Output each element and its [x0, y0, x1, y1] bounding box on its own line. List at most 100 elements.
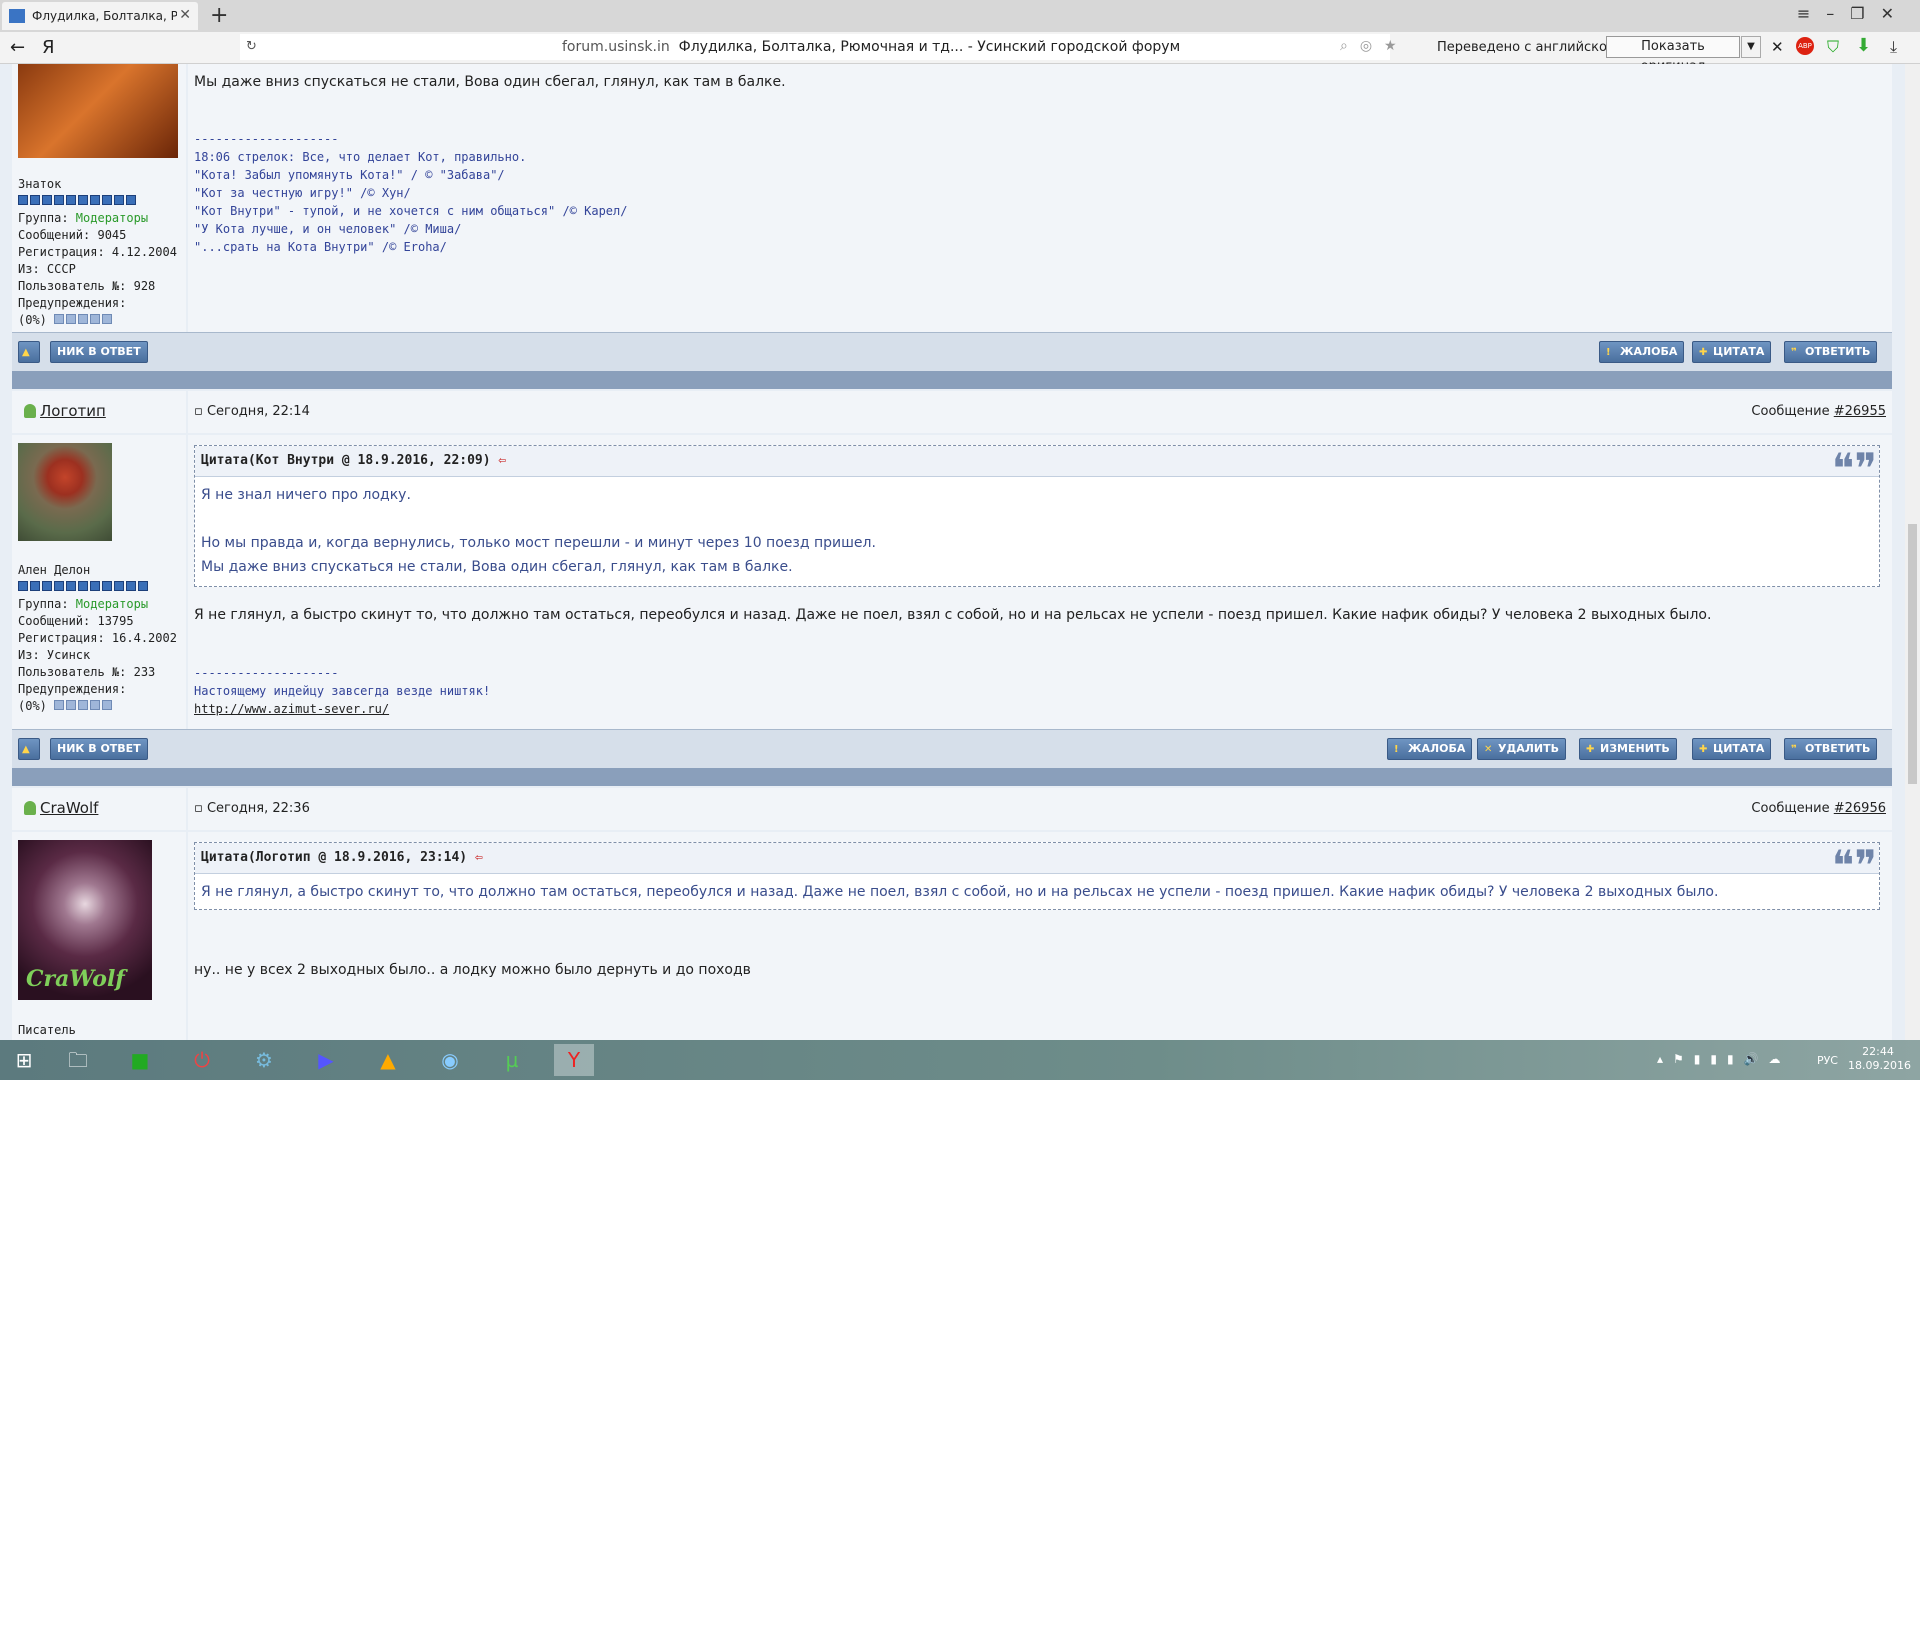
- post-username[interactable]: CraWolf: [40, 799, 98, 817]
- post2-userinfo: Ален Делон Группа: Модераторы Сообщений:…: [12, 435, 186, 731]
- user-warnings: Предупреждения:: [18, 682, 127, 696]
- sig-line: "Кота! Забыл упомянуть Кота!" / © "Забав…: [194, 168, 505, 182]
- post3-header-user: CraWolf: [12, 788, 186, 830]
- language-indicator[interactable]: РУС: [1817, 1054, 1838, 1067]
- rank-pips: [18, 579, 150, 596]
- star-icon[interactable]: ⌕◎★: [1340, 38, 1409, 54]
- page-content: Знаток Группа: Модераторы Сообщений: 904…: [0, 64, 1905, 1040]
- edit-button[interactable]: ✚ ИЗМЕНИТЬ: [1579, 738, 1677, 760]
- scroll-top-button[interactable]: ▲: [18, 738, 40, 760]
- file-explorer-icon[interactable]: 🗀: [58, 1044, 98, 1076]
- show-original-button[interactable]: Показать оригинал: [1606, 36, 1740, 74]
- url-host: forum.usinsk.in: [562, 39, 670, 55]
- quote-marks-icon: ❝❞: [1831, 841, 1877, 890]
- adblock-icon[interactable]: ABP: [1796, 37, 1814, 55]
- tray-icons[interactable]: ▴⚑▮▮▮🔊☁: [1657, 1052, 1791, 1066]
- aimp-icon[interactable]: ▲: [368, 1044, 408, 1076]
- post-number-link[interactable]: #26955: [1834, 404, 1886, 419]
- post2-quote: Цитата(Кот Внутри @ 18.9.2016, 22:09) ⇦ …: [194, 445, 1880, 587]
- forum-posts: Знаток Группа: Модераторы Сообщений: 904…: [12, 64, 1892, 1040]
- nick-reply-button[interactable]: НИК В ОТВЕТ: [50, 341, 148, 363]
- post3-avatar: CraWolf: [18, 840, 152, 1000]
- tab-close-icon[interactable]: ✕: [179, 7, 191, 23]
- settings-app-icon[interactable]: ⚙: [244, 1044, 284, 1076]
- clock[interactable]: 22:44 18.09.2016: [1848, 1045, 1911, 1073]
- user-rank: Писатель: [18, 1023, 76, 1037]
- utorrent-icon[interactable]: µ: [492, 1044, 532, 1076]
- new-tab-button[interactable]: +: [210, 3, 228, 28]
- reply-button[interactable]: ❞ ОТВЕТИТЬ: [1784, 738, 1878, 760]
- post-number: Сообщение #26956: [1751, 801, 1886, 816]
- post2-header-user: Логотип: [12, 391, 186, 433]
- doc-icon: ▫: [194, 801, 203, 816]
- back-icon[interactable]: ←: [10, 37, 25, 58]
- media-player-icon[interactable]: ▶: [306, 1044, 346, 1076]
- quote-button[interactable]: ✚ ЦИТАТА: [1692, 738, 1772, 760]
- post-signature: -------------------- Настоящему индейцу …: [194, 664, 490, 718]
- user-icon: [24, 404, 36, 418]
- user-messages: Сообщений: 13795: [18, 614, 134, 628]
- delete-button[interactable]: ✕ УДАЛИТЬ: [1477, 738, 1567, 760]
- scrollbar-thumb[interactable]: [1908, 524, 1917, 784]
- user-group: Группа: Модераторы: [18, 211, 149, 225]
- post3-header: ▫ Сегодня, 22:36 Сообщение #26956: [188, 788, 1892, 830]
- window-controls[interactable]: ≡–❐✕: [1797, 4, 1910, 23]
- close-icon[interactable]: ✕: [1771, 38, 1784, 56]
- user-group: Группа: Модераторы: [18, 597, 149, 611]
- clock-date: 18.09.2016: [1848, 1059, 1911, 1072]
- quote-button[interactable]: ✚ ЦИТАТА: [1692, 341, 1772, 363]
- translated-label: Переведено с английского: [1437, 40, 1622, 55]
- user-icon: [24, 801, 36, 815]
- nick-reply-button[interactable]: НИК В ОТВЕТ: [50, 738, 148, 760]
- post-number: Сообщение #26955: [1751, 404, 1886, 419]
- sig-line: 18:06 стрелок: Все, что делает Кот, прав…: [194, 150, 527, 164]
- download-icon[interactable]: ⬇: [1856, 35, 1871, 56]
- post1-avatar: [18, 64, 178, 158]
- scrollbar[interactable]: [1905, 64, 1920, 1040]
- windows-start-icon[interactable]: ⊞: [4, 1044, 44, 1076]
- post-number-link[interactable]: #26956: [1834, 801, 1886, 816]
- doc-icon: ▫: [194, 404, 203, 419]
- user-warn-level: (0%): [18, 312, 177, 329]
- power-app-icon[interactable]: ⏻: [182, 1044, 222, 1076]
- tab-active[interactable]: Флудилка, Болталка, Рю ✕: [2, 2, 198, 30]
- address-bar: ← Я ↻ forum.usinsk.in Флудилка, Болталка…: [0, 32, 1920, 74]
- shield-icon[interactable]: ⛉: [1827, 37, 1839, 57]
- store-icon[interactable]: ■: [120, 1044, 160, 1076]
- rank-pips: [18, 193, 138, 210]
- scroll-top-button[interactable]: ▲: [18, 341, 40, 363]
- quote-header: Цитата(Кот Внутри @ 18.9.2016, 22:09) ⇦: [195, 446, 1879, 477]
- user-registered: Регистрация: 4.12.2004: [18, 245, 177, 259]
- complain-button[interactable]: ! ЖАЛОБА: [1599, 341, 1685, 363]
- reply-button[interactable]: ❞ ОТВЕТИТЬ: [1784, 341, 1878, 363]
- reload-icon[interactable]: ↻: [246, 39, 257, 54]
- downloads-icon[interactable]: ⤓: [1890, 37, 1897, 57]
- post-separator: [12, 768, 1892, 786]
- sig-link[interactable]: http://www.azimut-sever.ru/: [194, 700, 490, 718]
- chevron-down-icon[interactable]: ▼: [1741, 36, 1761, 58]
- post-text: Мы даже вниз спускаться не стали, Вова о…: [194, 74, 786, 90]
- sig-line: "...срать на Кота Внутри" /© Eroha/: [194, 240, 447, 254]
- quote-marks-icon: ❝❞: [1831, 444, 1877, 493]
- disc-app-icon[interactable]: ◉: [430, 1044, 470, 1076]
- yandex-browser-icon[interactable]: Y: [554, 1044, 594, 1076]
- user-messages: Сообщений: 9045: [18, 228, 127, 242]
- quote-link-icon[interactable]: ⇦: [475, 850, 483, 865]
- sig-line: Настоящему индейцу завсегда везде ништяк…: [194, 684, 491, 698]
- post-username[interactable]: Логотип: [40, 402, 106, 420]
- tab-title: Флудилка, Болталка, Рю: [32, 9, 177, 23]
- avatar-caption: CraWolf: [26, 966, 125, 992]
- complain-button[interactable]: ! ЖАЛОБА: [1387, 738, 1473, 760]
- post2-buttons: ▲ НИК В ОТВЕТ ! ЖАЛОБА ✕ УДАЛИТЬ ✚ ИЗМЕНИТЬ…: [12, 729, 1892, 768]
- user-rank: Ален Делон: [18, 563, 91, 577]
- post-text: Я не глянул, а быстро скинут то, что дол…: [194, 607, 1712, 623]
- url-text[interactable]: forum.usinsk.in Флудилка, Болталка, Рюмо…: [562, 39, 1180, 55]
- post1-body: Мы даже вниз спускаться не стали, Вова о…: [188, 64, 1892, 332]
- quote-link-icon[interactable]: ⇦: [498, 453, 506, 468]
- yandex-icon[interactable]: Я: [42, 37, 55, 58]
- quote-text: Я не глянул, а быстро скинут то, что дол…: [201, 884, 1719, 900]
- post-text: ну.. не у всех 2 выходных было.. а лодку…: [194, 962, 751, 978]
- post-signature: -------------------- 18:06 стрелок: Все,…: [194, 130, 627, 256]
- user-warn-level: (0%): [18, 698, 177, 715]
- user-from: Из: СССР: [18, 262, 76, 276]
